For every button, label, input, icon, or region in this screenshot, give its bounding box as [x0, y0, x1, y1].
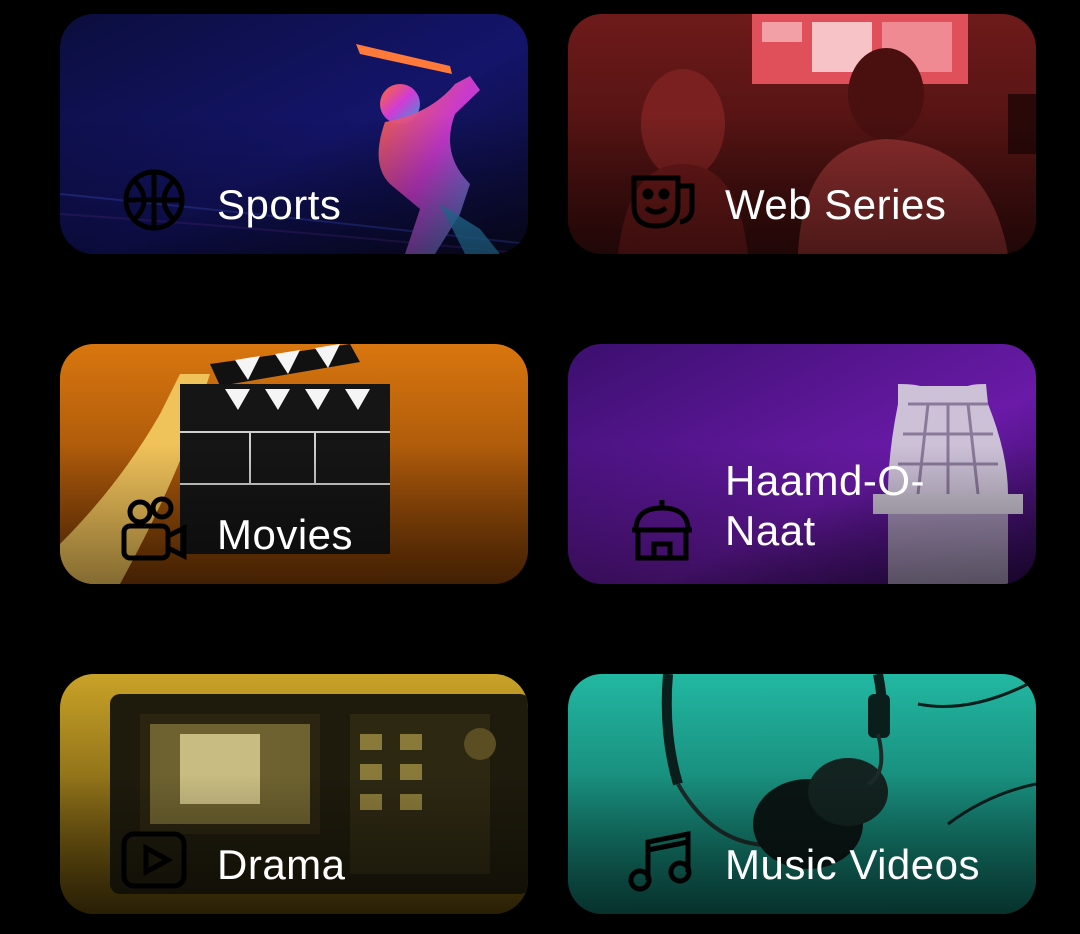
category-card-web-series[interactable]: Web Series — [568, 14, 1036, 254]
mosque-icon — [626, 494, 698, 566]
category-label: Drama — [217, 841, 346, 888]
category-label: Web Series — [725, 181, 947, 228]
category-card-drama[interactable]: Drama — [60, 674, 528, 914]
category-card-haamd-o-naat[interactable]: Haamd-O-Naat — [568, 344, 1036, 584]
category-label: Sports — [217, 181, 342, 228]
basketball-icon — [118, 164, 190, 236]
category-label: Haamd-O-Naat — [725, 457, 926, 554]
category-label: Music Videos — [725, 841, 981, 888]
music-note-icon — [626, 824, 698, 896]
category-label: Movies — [217, 511, 354, 558]
category-card-movies[interactable]: Movies — [60, 344, 528, 584]
category-card-music-videos[interactable]: Music Videos — [568, 674, 1036, 914]
play-square-icon — [118, 824, 190, 896]
category-card-sports[interactable]: Sports — [60, 14, 528, 254]
theater-mask-icon — [626, 164, 698, 236]
video-camera-icon — [118, 494, 190, 566]
